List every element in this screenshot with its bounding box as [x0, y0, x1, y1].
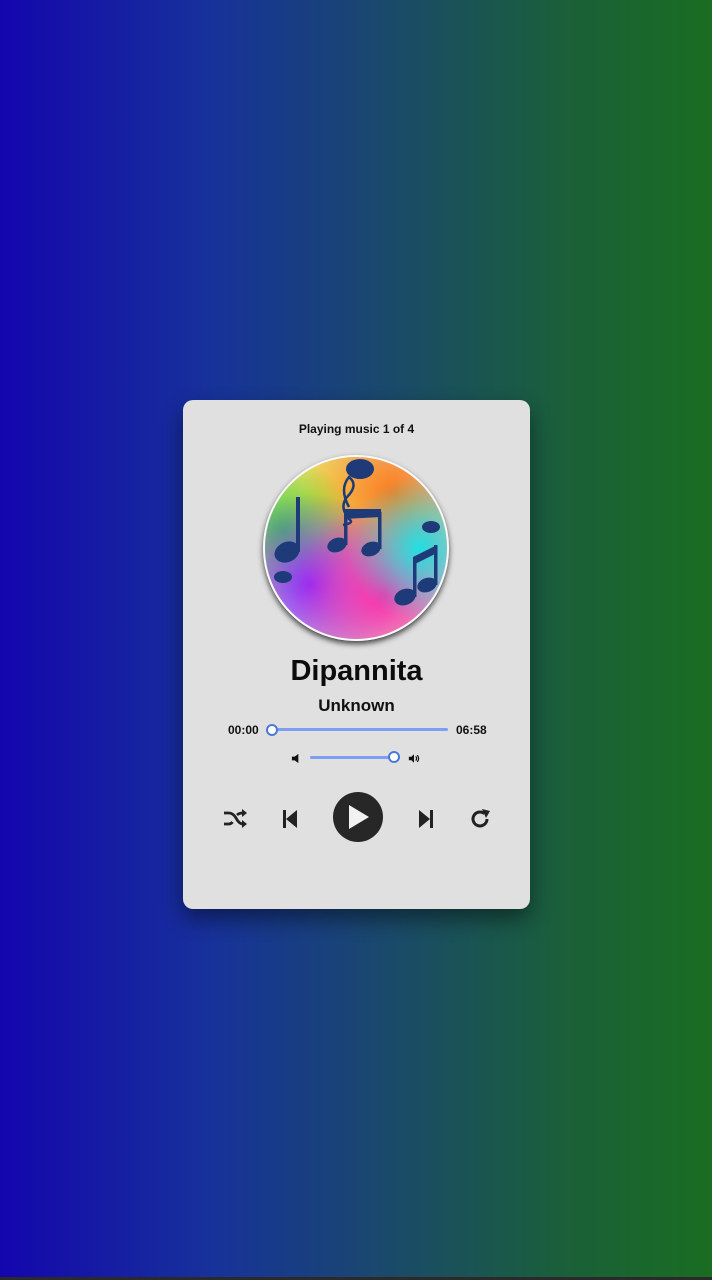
volume-up-icon[interactable] — [408, 751, 420, 769]
music-player-card: Playing music 1 of 4 Dipannita Unknown 0… — [183, 400, 530, 909]
volume-slider-thumb[interactable] — [388, 751, 400, 763]
progress-slider-track[interactable] — [271, 728, 448, 731]
shuffle-icon — [224, 809, 247, 828]
volume-down-icon[interactable] — [291, 751, 302, 769]
progress-slider-thumb[interactable] — [266, 724, 278, 736]
song-artist: Unknown — [318, 696, 395, 715]
play-icon — [349, 805, 369, 829]
repeat-icon — [471, 809, 490, 828]
shuffle-button[interactable] — [221, 805, 249, 833]
current-time: 00:00 — [228, 723, 259, 737]
skip-next-icon — [419, 810, 433, 828]
repeat-button[interactable] — [466, 805, 494, 833]
skip-previous-icon — [283, 810, 297, 828]
next-button[interactable] — [414, 805, 438, 833]
song-title: Dipannita — [290, 655, 423, 687]
previous-button[interactable] — [278, 805, 302, 833]
track-counter: Playing music 1 of 4 — [298, 422, 415, 436]
total-time: 06:58 — [456, 723, 487, 737]
play-button[interactable] — [333, 792, 383, 842]
album-art — [263, 455, 449, 641]
volume-slider-track[interactable] — [310, 756, 396, 759]
